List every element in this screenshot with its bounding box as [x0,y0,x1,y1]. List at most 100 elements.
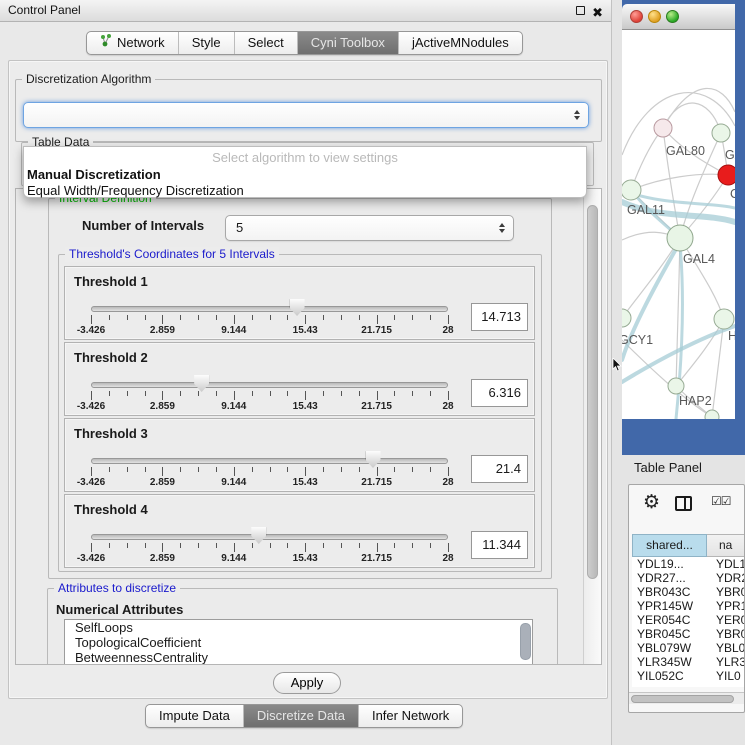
apply-button[interactable]: Apply [273,672,341,694]
slider-track[interactable] [91,534,448,540]
slider-track[interactable] [91,306,448,312]
gear-icon[interactable]: ⚙ [643,491,660,515]
table-row[interactable]: YPR145WYPR1 [632,599,745,613]
threshold-value-field[interactable]: 14.713 [471,303,528,331]
tab-style[interactable]: Style [178,32,234,54]
network-canvas[interactable]: GAL80GACGAL11GAL4GCY1HHAP2 [622,30,735,419]
tab-label: Discretize Data [257,705,345,727]
cell-shared-name: YBR045C [632,627,707,641]
attribute-list-item[interactable]: TopologicalCoefficient [65,635,532,650]
panel-title: Control Panel [8,3,81,17]
tab-discretize-data[interactable]: Discretize Data [243,705,358,727]
node-gcy1[interactable] [622,309,631,327]
tab-infer-network[interactable]: Infer Network [358,705,462,727]
threshold-value-field[interactable]: 11.344 [471,531,528,559]
columns-icon[interactable] [675,496,692,511]
threshold-label: Threshold 3 [74,426,148,441]
slider-handle[interactable] [290,299,305,316]
num-intervals-value: 5 [236,216,491,240]
slider-track[interactable] [91,458,448,464]
tab-label: jActiveMNodules [412,32,509,54]
slider-handle[interactable] [251,527,266,544]
node-gal80[interactable] [654,119,672,137]
node-label: HAP2 [679,394,712,408]
algorithm-combobox[interactable] [23,102,589,128]
dropdown-option-equal-width[interactable]: Equal Width/Frequency Discretization [24,183,586,199]
float-window-icon[interactable] [576,6,585,15]
column-header-shared-name[interactable]: shared... [632,534,707,557]
tab-network[interactable]: Network [87,32,178,54]
table-body: YDL19...YDL1YDR27...YDR2YBR043CYBR0YPR14… [632,557,745,687]
column-header-name[interactable]: na [707,534,745,557]
slider-axis-labels: -3.4262.8599.14415.4321.71528 [91,553,448,565]
table-row[interactable]: YBR043CYBR0 [632,585,745,599]
node-gal4[interactable] [667,225,693,251]
slider-track[interactable] [91,382,448,388]
numerical-attributes-list[interactable]: SelfLoopsTopologicalCoefficientBetweenne… [64,619,533,665]
cell-name: YPR1 [707,599,745,613]
network-window-titlebar [622,4,735,30]
tab-impute-data[interactable]: Impute Data [146,705,243,727]
checkboxes-icon[interactable]: ☑☑ [711,494,731,508]
table-panel: ⚙ ☑☑ shared... na YDL19...YDL1YDR27...YD… [628,484,745,713]
network-edge[interactable] [680,238,724,319]
cell-name: YBR0 [707,627,745,641]
table-row[interactable]: YLR345WYLR3 [632,655,745,669]
cell-shared-name: YER054C [632,613,707,627]
num-intervals-combobox[interactable]: 5 [225,215,514,241]
slider-ticks [91,391,448,401]
table-row[interactable]: YDR27...YDR2 [632,571,745,585]
table-row[interactable]: YIL052CYIL0 [632,669,745,683]
threshold-panel-1: Threshold 1-3.4262.8599.14415.4321.71528… [64,266,535,340]
network-edge[interactable] [622,238,680,318]
cell-shared-name: YLR345W [632,655,707,669]
scrollbar-thumb[interactable] [587,205,598,579]
minimize-light-icon[interactable] [648,10,661,23]
dropdown-option-manual[interactable]: Manual Discretization [24,167,586,183]
cell-name: YER0 [707,613,745,627]
tab-label: Style [192,32,221,54]
tab-select[interactable]: Select [234,32,297,54]
slider-axis-labels: -3.4262.8599.14415.4321.71528 [91,477,448,489]
attribute-list-item[interactable]: SelfLoops [65,620,532,635]
node-his[interactable] [714,309,734,329]
table-horizontal-scrollbar[interactable] [629,692,745,704]
threshold-value-field[interactable]: 21.4 [471,455,528,483]
slider-handle[interactable] [194,375,209,392]
attributes-list-scrollbar[interactable] [520,623,531,660]
control-panel: Control Panel ✖ Network Style SelectCyni T… [0,0,612,745]
tab-label: Infer Network [372,705,449,727]
tab-cyni-toolbox[interactable]: Cyni Toolbox [297,32,398,54]
cyni-toolbox-panel: Discretization Algorithm Table Data galF… [8,60,608,699]
slider-handle[interactable] [366,451,381,468]
network-edge[interactable] [631,174,728,190]
table-panel-title: Table Panel [634,460,702,475]
node-green[interactable] [712,124,730,142]
node-red-selected[interactable] [718,165,735,185]
attribute-list-item[interactable]: BetweennessCentrality [65,650,532,665]
combo-stepper-icon [499,223,505,233]
scrollbar-thumb[interactable] [631,695,734,703]
cell-shared-name: YDL19... [632,557,707,571]
table-row[interactable]: YBL079WYBL0 [632,641,745,655]
right-column: GAL80GACGAL11GAL4GCY1HHAP2 Table Panel ⚙… [612,0,745,745]
table-row[interactable]: YER054CYER0 [632,613,745,627]
node-partial[interactable] [705,410,719,419]
table-row[interactable]: YBR045CYBR0 [632,627,745,641]
node-hap2[interactable] [668,378,684,394]
tab-jactivemnodules[interactable]: jActiveMNodules [398,32,522,54]
slider-ticks [91,315,448,325]
zoom-light-icon[interactable] [666,10,679,23]
threshold-value-field[interactable]: 6.316 [471,379,528,407]
thresholds-group-title: Threshold's Coordinates for 5 Intervals [65,247,279,262]
slider-axis-labels: -3.4262.8599.14415.4321.71528 [91,325,448,337]
table-row[interactable]: YDL19...YDL1 [632,557,745,571]
settings-vertical-scrollbar[interactable] [583,189,601,664]
node-label: C [730,187,735,201]
close-light-icon[interactable] [630,10,643,23]
node-gal11[interactable] [622,180,641,200]
table-header-row: shared... na [632,534,745,557]
close-icon[interactable]: ✖ [592,2,603,23]
cell-shared-name: YDR27... [632,571,707,585]
combo-stepper-icon [574,110,580,120]
